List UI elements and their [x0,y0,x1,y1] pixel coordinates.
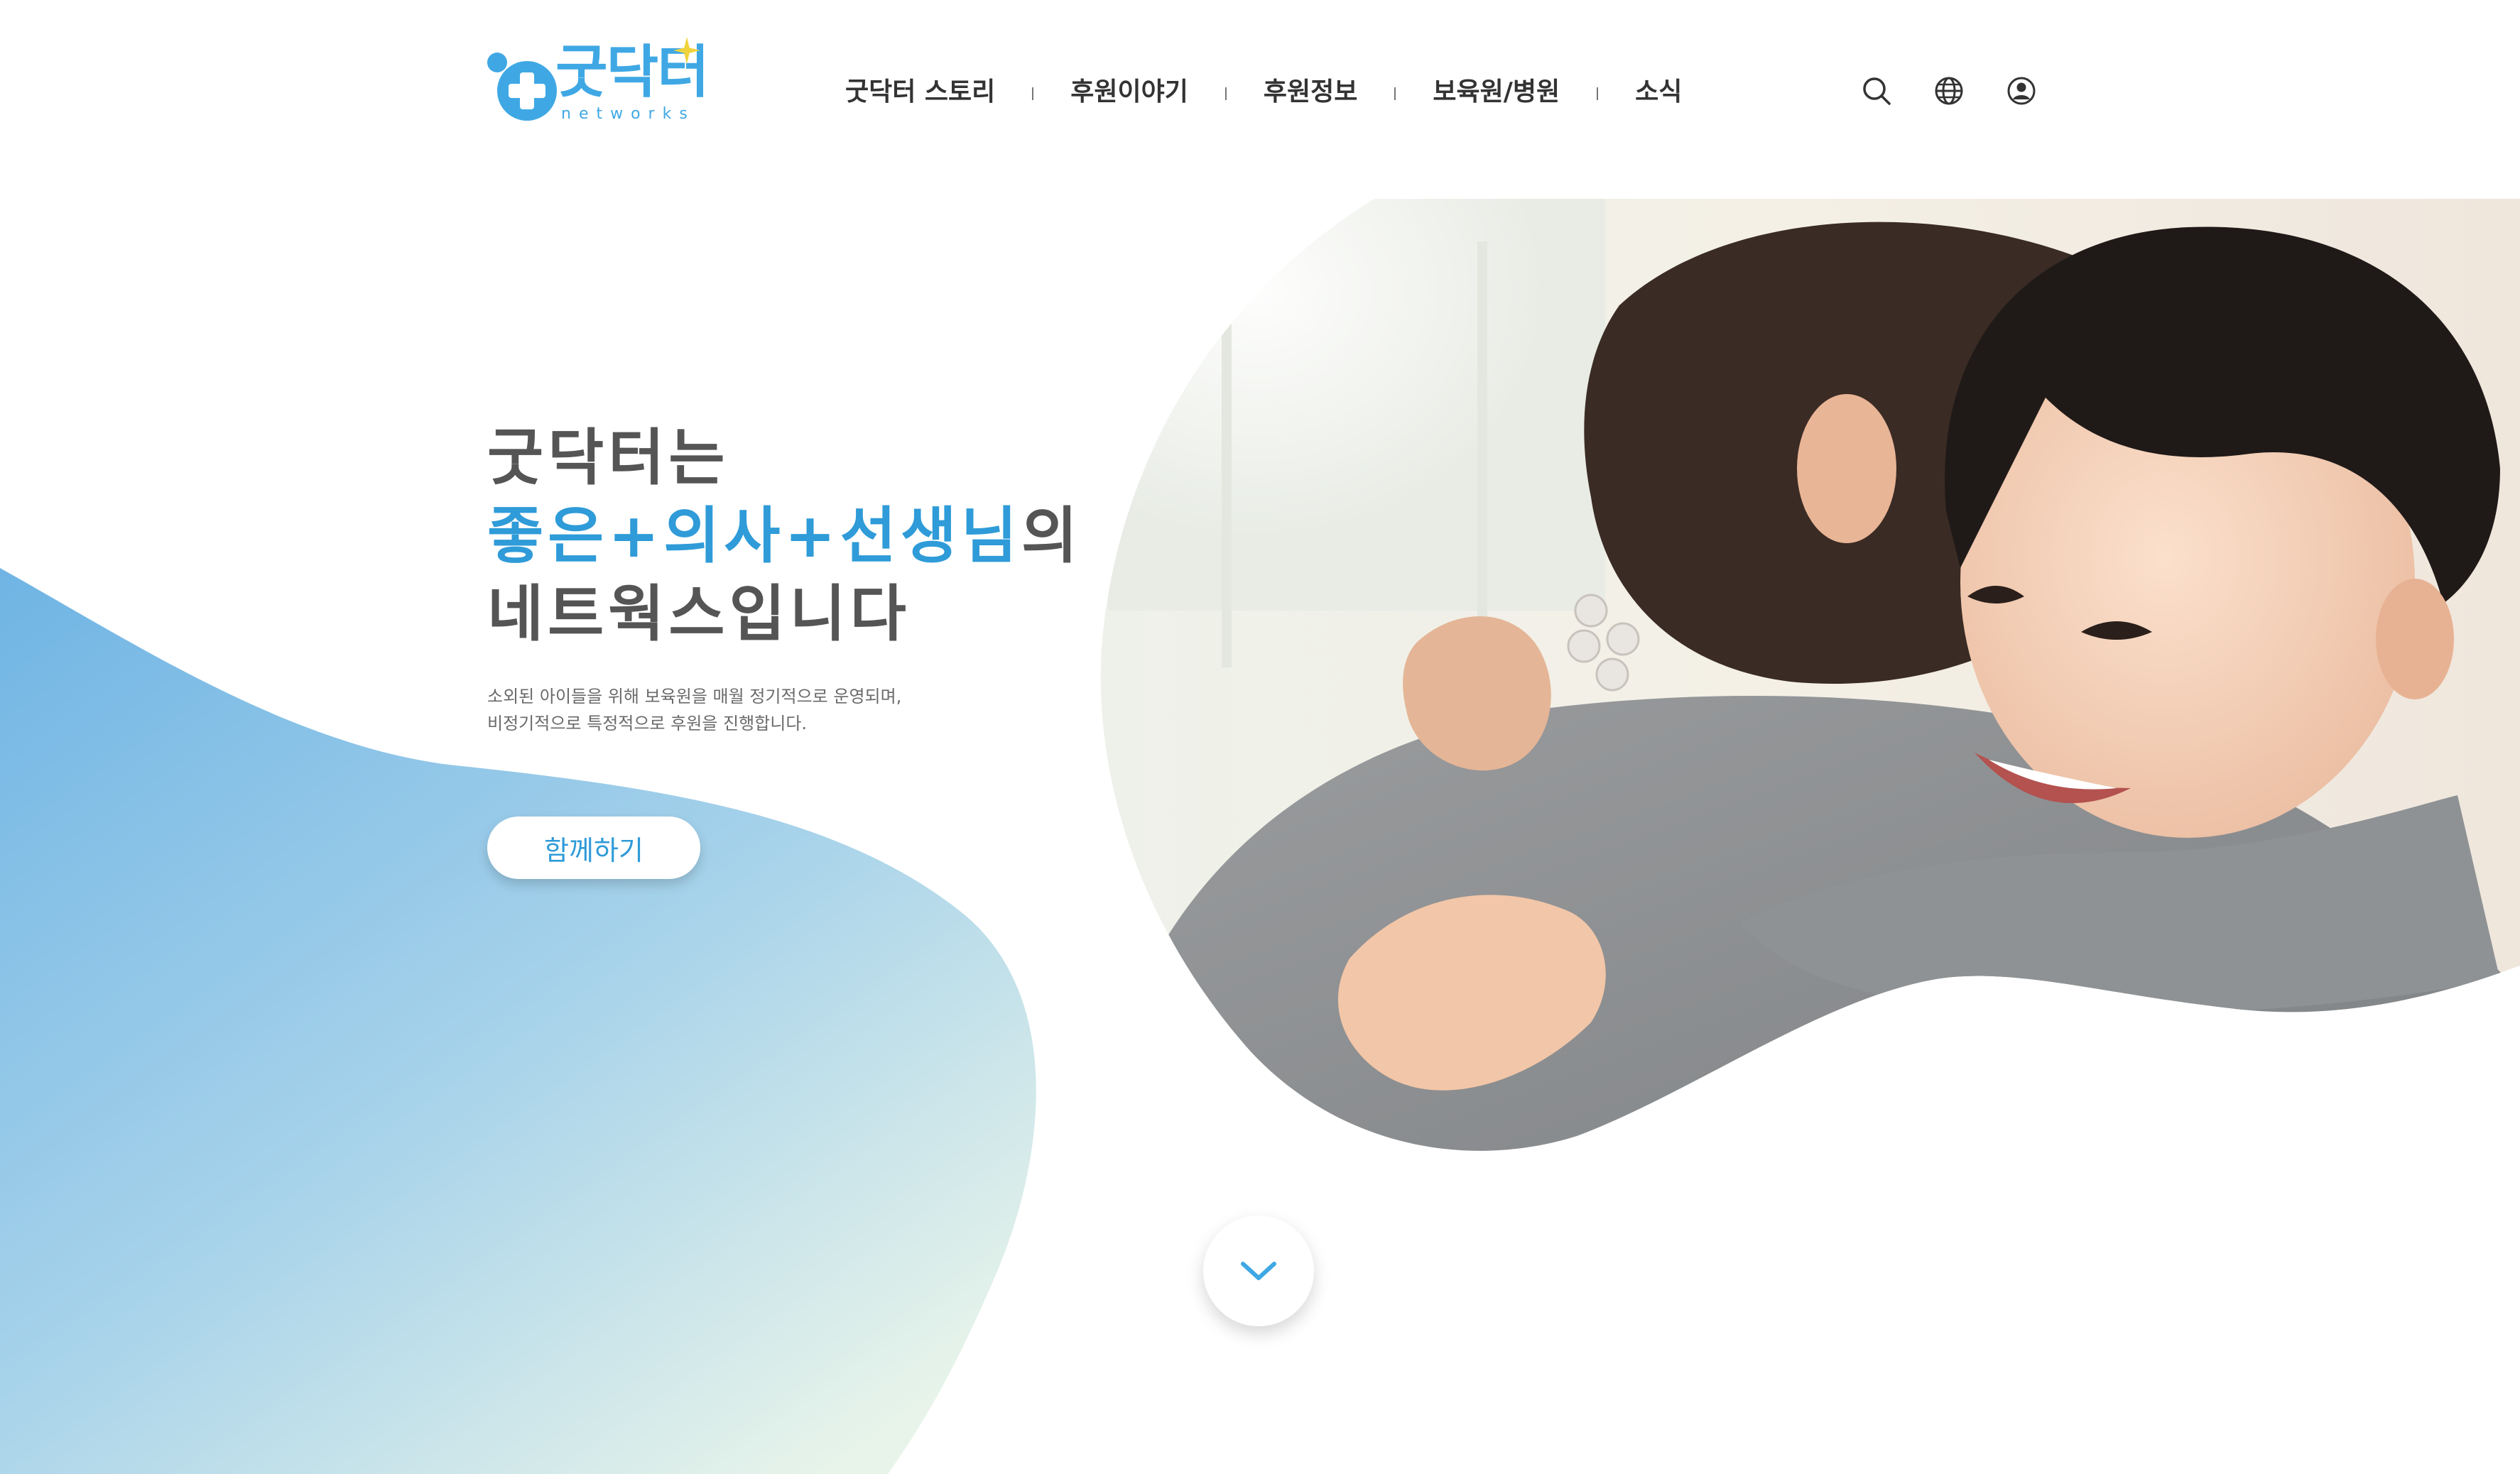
scroll-down-button[interactable] [1203,1216,1314,1326]
nav-divider [1597,87,1599,100]
nav-item-orphanage-hospital[interactable]: 보육원/병원 [1433,71,1560,108]
user-icon[interactable] [2004,74,2038,108]
globe-icon[interactable] [1932,74,1966,108]
hero-description: 소외된 아이들을 위해 보육원을 매월 정기적으로 운영되며, 비정기적으로 특… [487,683,901,737]
join-button[interactable]: 함께하기 [487,817,700,879]
sparkle-icon [673,37,700,64]
brand-subtitle: networks [561,105,695,123]
brand-logo[interactable]: 굿닥터 networks [483,37,710,129]
nav-item-stories[interactable]: 후원이야기 [1070,71,1188,108]
headline-line-2: 좋은+의사+선생님의 [487,497,1082,575]
hero-headline: 굿닥터는 좋은+의사+선생님의 네트웍스입니다 [487,419,1082,653]
description-line-1: 소외된 아이들을 위해 보육원을 매월 정기적으로 운영되며, [487,687,902,706]
nav-item-news[interactable]: 소식 [1635,71,1682,108]
headline-line-2-suffix: 의 [1021,501,1082,572]
nav-divider [1032,87,1034,100]
search-icon[interactable] [1859,74,1894,108]
nav-item-donation-info[interactable]: 후원정보 [1264,71,1357,108]
nav-divider [1224,87,1227,100]
nav-item-story[interactable]: 굿닥터 스토리 [845,71,995,108]
landing-page: 굿닥터 networks 굿닥터 스토리 후원이야기 후원정보 보육원/병원 소… [0,0,2520,1474]
headline-line-3: 네트웍스입니다 [487,579,911,650]
description-line-2: 비정기적으로 특정적으로 후원을 진행합니다. [487,714,808,733]
chevron-down-icon [1241,1262,1276,1280]
headline-accent: 좋은+의사+선생님 [487,501,1021,572]
main-nav: 굿닥터 스토리 후원이야기 후원정보 보육원/병원 소식 [845,68,1682,111]
headline-line-1: 굿닥터는 [487,422,729,493]
cross-logo-icon [487,53,557,121]
nav-divider [1394,87,1396,100]
